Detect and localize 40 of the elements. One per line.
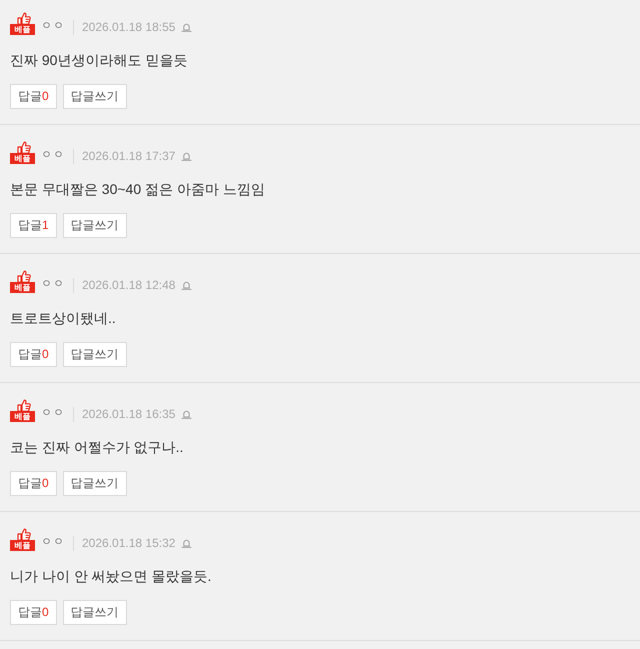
- thumbs-up-icon: [16, 528, 30, 541]
- comment-text: 니가 나이 안 써놨으면 몰랐을듯.: [10, 567, 212, 586]
- siren-icon[interactable]: [181, 409, 192, 419]
- write-reply-button[interactable]: 답글쓰기: [62, 471, 127, 496]
- write-reply-button[interactable]: 답글쓰기: [62, 84, 127, 109]
- comment-date: 2026.01.18 15:32: [73, 536, 176, 551]
- comment-date: 2026.01.18 17:37: [73, 149, 176, 164]
- comment-text: 진짜 90년생이라해도 믿을듯: [10, 51, 188, 70]
- comment-date: 2026.01.18 12:48: [73, 278, 176, 293]
- comment-text: 코는 진짜 어쩔수가 없구나..: [10, 438, 184, 457]
- reply-button[interactable]: 답글0: [10, 342, 57, 367]
- siren-icon[interactable]: [181, 538, 192, 548]
- write-reply-button[interactable]: 답글쓰기: [62, 342, 127, 367]
- reply-button[interactable]: 답글0: [10, 84, 57, 109]
- siren-icon[interactable]: [181, 22, 192, 32]
- thumbs-up-icon: [16, 399, 30, 412]
- comment-date: 2026.01.18 18:55: [73, 20, 176, 35]
- siren-icon[interactable]: [181, 280, 192, 290]
- best-badge: 베플: [10, 540, 35, 551]
- write-reply-button[interactable]: 답글쓰기: [62, 213, 127, 238]
- thumbs-up-icon: [16, 270, 30, 283]
- write-reply-button[interactable]: 답글쓰기: [62, 600, 127, 625]
- siren-icon[interactable]: [181, 151, 192, 161]
- author-name: ㅇㅇ: [41, 278, 65, 291]
- author-name: ㅇㅇ: [41, 536, 65, 549]
- thumbs-up-icon: [16, 12, 30, 25]
- thumbs-up-icon: [16, 141, 30, 154]
- comment-text: 본문 무대짤은 30~40 젊은 아줌마 느낌임: [10, 180, 266, 199]
- best-badge: 베플: [10, 282, 35, 293]
- comment-text: 트로트상이됐네..: [10, 309, 117, 328]
- reply-button[interactable]: 답글1: [10, 213, 57, 238]
- best-badge: 베플: [10, 411, 35, 422]
- best-badge: 베플: [10, 153, 35, 164]
- best-badge: 베플: [10, 24, 35, 35]
- comment-date: 2026.01.18 16:35: [73, 407, 176, 422]
- reply-button[interactable]: 답글0: [10, 600, 57, 625]
- reply-button[interactable]: 답글0: [10, 471, 57, 496]
- author-name: ㅇㅇ: [41, 149, 65, 162]
- author-name: ㅇㅇ: [41, 407, 65, 420]
- author-name: ㅇㅇ: [41, 20, 65, 33]
